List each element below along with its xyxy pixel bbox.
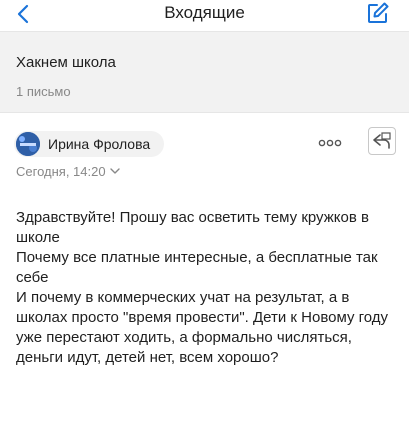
chevron-down-icon <box>109 168 120 174</box>
more-options-button[interactable] <box>317 134 343 152</box>
sender-name: Ирина Фролова <box>48 136 151 152</box>
message-body: Здравствуйте! Прошу вас осветить тему кр… <box>16 208 401 368</box>
avatar <box>16 132 40 156</box>
reply-button[interactable] <box>368 127 396 155</box>
message-date[interactable]: Сегодня, 14:20 <box>16 164 120 179</box>
page-title: Входящие <box>164 3 245 22</box>
message-paragraph: Здравствуйте! Прошу вас осветить тему кр… <box>16 209 369 246</box>
top-navigation-bar: Входящие <box>0 0 409 28</box>
message-paragraph: И почему в коммерческих учат на результа… <box>16 289 389 366</box>
compose-button[interactable] <box>365 0 391 26</box>
more-dots-icon <box>318 139 342 147</box>
thread-message-count: 1 письмо <box>16 84 71 99</box>
avatar-logo-image <box>16 132 40 156</box>
pencil-square-icon <box>368 2 389 23</box>
reply-icon <box>373 132 391 149</box>
mail-app: Входящие Хакнем школа 1 письмо Ирина Фро… <box>0 0 409 424</box>
thread-subject: Хакнем школа <box>16 54 116 71</box>
thread-header: Хакнем школа 1 письмо <box>0 31 409 113</box>
sender-chip[interactable]: Ирина Фролова <box>14 131 165 157</box>
date-text: Сегодня, 14:20 <box>16 164 106 179</box>
message-paragraph: Почему все платные интересные, а бесплат… <box>16 249 378 286</box>
